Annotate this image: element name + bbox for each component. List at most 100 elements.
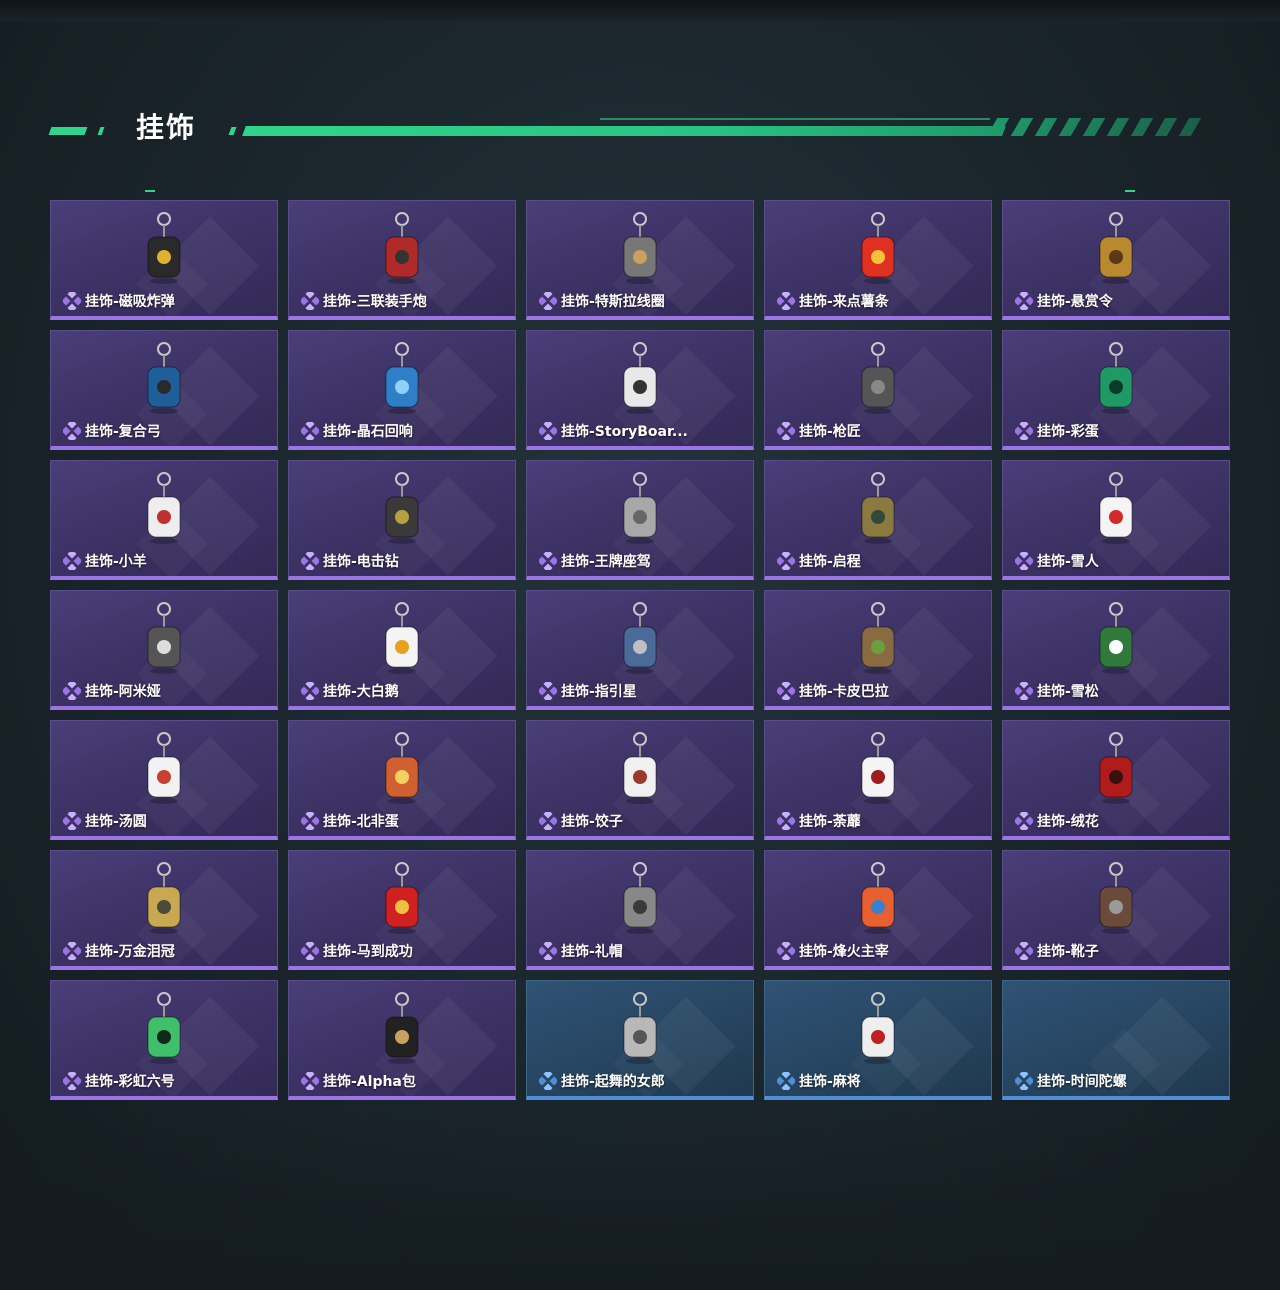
rarity-diamond-icon: [301, 1072, 319, 1090]
charm-name: 挂饰-来点薯条: [799, 294, 889, 310]
charm-label-row: 挂饰-彩蛋: [1015, 421, 1099, 441]
bottom-fade: [0, 1110, 1280, 1290]
rarity-diamond-icon: [1015, 682, 1033, 700]
charm-name: 挂饰-悬赏令: [1037, 294, 1113, 310]
charm-name: 挂饰-StoryBoar...: [561, 424, 688, 440]
charm-name: 挂饰-麻将: [799, 1074, 861, 1090]
charm-card[interactable]: 挂饰-时间陀螺: [1002, 980, 1230, 1100]
jet-charm-icon: [623, 472, 657, 544]
sheep-charm-icon: [147, 472, 181, 544]
charm-name: 挂饰-磁吸炸弹: [85, 294, 175, 310]
pouch-charm-icon: [385, 992, 419, 1064]
bomb-charm-icon: [147, 212, 181, 284]
charm-card[interactable]: 挂饰-雪人: [1002, 460, 1230, 580]
charm-label-row: 挂饰-麻将: [777, 1071, 861, 1091]
charm-label-row: 挂饰-万金泪冠: [63, 941, 175, 961]
header-checker-pattern: [986, 118, 1208, 136]
fedora-charm-icon: [623, 862, 657, 934]
charm-label-row: 挂饰-雪人: [1015, 551, 1099, 571]
charm-name: 挂饰-指引星: [561, 684, 637, 700]
charm-label-row: 挂饰-王牌座驾: [539, 551, 651, 571]
charm-card[interactable]: 挂饰-晶石回响: [288, 330, 516, 450]
charm-label-row: 挂饰-枪匠: [777, 421, 861, 441]
charm-card[interactable]: 挂饰-起舞的女郎: [526, 980, 754, 1100]
section-header: 挂饰: [0, 100, 1280, 160]
charm-card[interactable]: 挂饰-悬赏令: [1002, 200, 1230, 320]
rarity-diamond-icon: [1015, 1072, 1033, 1090]
charm-card[interactable]: 挂饰-汤圆: [50, 720, 278, 840]
charm-card[interactable]: 挂饰-麻将: [764, 980, 992, 1100]
charm-card[interactable]: 挂饰-枪匠: [764, 330, 992, 450]
rainbow-six-charm-icon: [147, 992, 181, 1064]
charm-card[interactable]: 挂饰-小羊: [50, 460, 278, 580]
rarity-diamond-icon: [1015, 552, 1033, 570]
snowman-charm-icon: [1099, 472, 1133, 544]
charm-card[interactable]: 挂饰-电击钻: [288, 460, 516, 580]
charm-card[interactable]: 挂饰-北非蛋: [288, 720, 516, 840]
charm-label-row: 挂饰-烽火主宰: [777, 941, 889, 961]
hand-cannon-charm-icon: [385, 212, 419, 284]
charm-card[interactable]: 挂饰-三联装手炮: [288, 200, 516, 320]
header-accent-tick: [97, 127, 105, 135]
charm-card[interactable]: 挂饰-烽火主宰: [764, 850, 992, 970]
charm-card[interactable]: 挂饰-指引星: [526, 590, 754, 710]
charm-name: 挂饰-复合弓: [85, 424, 161, 440]
charm-card[interactable]: 挂饰-马到成功: [288, 850, 516, 970]
charm-name: 挂饰-彩虹六号: [85, 1074, 175, 1090]
charm-name: 挂饰-万金泪冠: [85, 944, 175, 960]
charm-card[interactable]: 挂饰-彩虹六号: [50, 980, 278, 1100]
charm-card[interactable]: 挂饰-雪松: [1002, 590, 1230, 710]
charm-label-row: 挂饰-北非蛋: [301, 811, 399, 831]
charm-label-row: 挂饰-特斯拉线圈: [539, 291, 665, 311]
charm-label-row: 挂饰-指引星: [539, 681, 637, 701]
charm-card[interactable]: 挂饰-卡皮巴拉: [764, 590, 992, 710]
rarity-diamond-icon: [63, 812, 81, 830]
charm-card[interactable]: 挂饰-Alpha包: [288, 980, 516, 1100]
charm-card[interactable]: 挂饰-特斯拉线圈: [526, 200, 754, 320]
charm-card[interactable]: 挂饰-万金泪冠: [50, 850, 278, 970]
rarity-diamond-icon: [63, 422, 81, 440]
charm-card[interactable]: 挂饰-绒花: [1002, 720, 1230, 840]
charm-card[interactable]: 挂饰-礼帽: [526, 850, 754, 970]
header-accent-line: [242, 126, 1006, 136]
charm-label-row: 挂饰-靴子: [1015, 941, 1099, 961]
header-accent-bar: [48, 127, 88, 135]
charm-name: 挂饰-礼帽: [561, 944, 623, 960]
charm-label-row: 挂饰-复合弓: [63, 421, 161, 441]
charm-name: 挂饰-靴子: [1037, 944, 1099, 960]
charm-card[interactable]: 挂饰-来点薯条: [764, 200, 992, 320]
charm-name: 挂饰-启程: [799, 554, 861, 570]
jiaozi-plate-charm-icon: [623, 732, 657, 804]
charm-card[interactable]: 挂饰-靴子: [1002, 850, 1230, 970]
rarity-diamond-icon: [777, 942, 795, 960]
photo-card-charm-icon: [623, 342, 657, 414]
rarity-diamond-icon: [539, 812, 557, 830]
charm-card[interactable]: 挂饰-阿米娅: [50, 590, 278, 710]
charm-card[interactable]: 挂饰-复合弓: [50, 330, 278, 450]
charm-name: 挂饰-马到成功: [323, 944, 413, 960]
charm-card[interactable]: 挂饰-启程: [764, 460, 992, 580]
charm-card[interactable]: 挂饰-饺子: [526, 720, 754, 840]
charm-label-row: 挂饰-马到成功: [301, 941, 413, 961]
triangle-egg-charm-icon: [1099, 342, 1133, 414]
charm-card[interactable]: 挂饰-王牌座驾: [526, 460, 754, 580]
charm-card[interactable]: 挂饰-磁吸炸弹: [50, 200, 278, 320]
compass-charm-icon: [623, 602, 657, 674]
charm-name: 挂饰-三联装手炮: [323, 294, 427, 310]
charm-card[interactable]: 挂饰-彩蛋: [1002, 330, 1230, 450]
charm-name: 挂饰-雪松: [1037, 684, 1099, 700]
header-thin-line: [600, 118, 990, 120]
charm-name: 挂饰-Alpha包: [323, 1074, 416, 1090]
rarity-diamond-icon: [777, 682, 795, 700]
rarity-diamond-icon: [301, 682, 319, 700]
charm-card[interactable]: 挂饰-大白鹅: [288, 590, 516, 710]
charm-name: 挂饰-大白鹅: [323, 684, 399, 700]
charm-name: 挂饰-绒花: [1037, 814, 1099, 830]
rarity-diamond-icon: [301, 422, 319, 440]
rarity-diamond-icon: [1015, 812, 1033, 830]
section-title: 挂饰: [136, 111, 197, 144]
charm-card[interactable]: 挂饰-StoryBoar...: [526, 330, 754, 450]
charm-name: 挂饰-晶石回响: [323, 424, 413, 440]
charm-card[interactable]: 挂饰-荼蘼: [764, 720, 992, 840]
rarity-diamond-icon: [777, 552, 795, 570]
